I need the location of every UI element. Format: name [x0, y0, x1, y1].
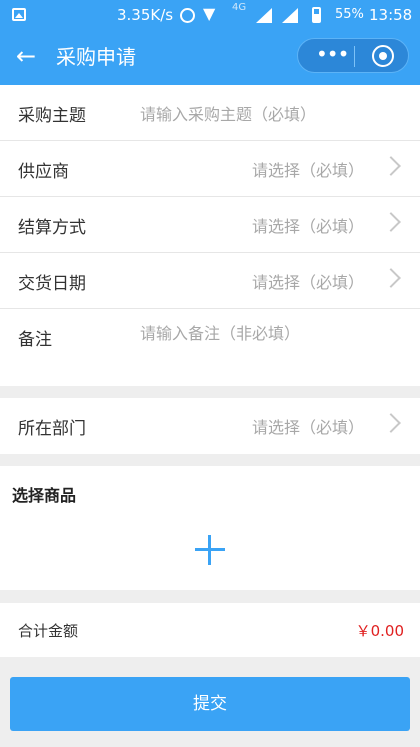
department-row[interactable]: 所在部门 请选择（必填） [0, 398, 420, 454]
target-icon[interactable] [372, 45, 394, 67]
department-label: 所在部门 [18, 419, 86, 439]
signal-icon [282, 8, 298, 23]
alarm-icon [180, 8, 195, 23]
supplier-label: 供应商 [18, 162, 69, 182]
supplier-row[interactable]: 供应商 请选择（必填） [0, 141, 420, 197]
battery-percent: 55% [335, 7, 364, 22]
gallery-icon [12, 8, 26, 21]
delivery-date-row[interactable]: 交货日期 请选择（必填） [0, 253, 420, 309]
clock: 13:58 [369, 6, 413, 24]
delivery-date-label: 交货日期 [18, 274, 86, 294]
delivery-date-select[interactable]: 请选择（必填） [252, 269, 364, 293]
page-title: 采购申请 [56, 45, 136, 69]
remark-label: 备注 [18, 330, 52, 350]
supplier-select[interactable]: 请选择（必填） [252, 157, 364, 181]
wifi-icon: ▼ [203, 4, 216, 23]
nav-bar: ← 采购申请 ••• [0, 30, 420, 85]
remark-textarea[interactable]: 请输入备注（非必填） [140, 320, 300, 344]
total-amount: ￥0.00 [355, 622, 404, 640]
status-bar: 3.35K/s ▼ 4G 55% 13:58 [0, 0, 420, 30]
chevron-right-icon [381, 212, 401, 232]
submit-button[interactable]: 提交 [10, 677, 410, 731]
department-select[interactable]: 请选择（必填） [252, 414, 364, 438]
settlement-select[interactable]: 请选择（必填） [252, 213, 364, 237]
signal-icon [256, 8, 272, 23]
more-icon[interactable]: ••• [316, 41, 349, 67]
chevron-right-icon [381, 268, 401, 288]
subject-input[interactable]: 请输入采购主题（必填） [140, 101, 316, 125]
network-speed: 3.35K/s [117, 6, 174, 24]
network-type: 4G [232, 2, 247, 13]
chevron-right-icon [381, 156, 401, 176]
subject-label: 采购主题 [18, 106, 86, 126]
form-section-main: 采购主题 请输入采购主题（必填） 供应商 请选择（必填） 结算方式 请选择（必填… [0, 85, 420, 386]
mini-program-capsule: ••• [297, 38, 409, 73]
goods-section-title: 选择商品 [12, 486, 77, 505]
subject-row[interactable]: 采购主题 请输入采购主题（必填） [0, 85, 420, 141]
form-section-department: 所在部门 请选择（必填） [0, 398, 420, 454]
settlement-label: 结算方式 [18, 218, 86, 238]
battery-icon [312, 7, 321, 23]
total-label: 合计金额 [18, 622, 79, 640]
back-arrow-icon[interactable]: ← [16, 42, 36, 70]
chevron-right-icon [381, 413, 401, 433]
remark-row[interactable]: 备注 请输入备注（非必填） [0, 309, 420, 386]
settlement-row[interactable]: 结算方式 请选择（必填） [0, 197, 420, 253]
plus-icon[interactable] [195, 535, 225, 565]
capsule-divider [354, 46, 355, 67]
